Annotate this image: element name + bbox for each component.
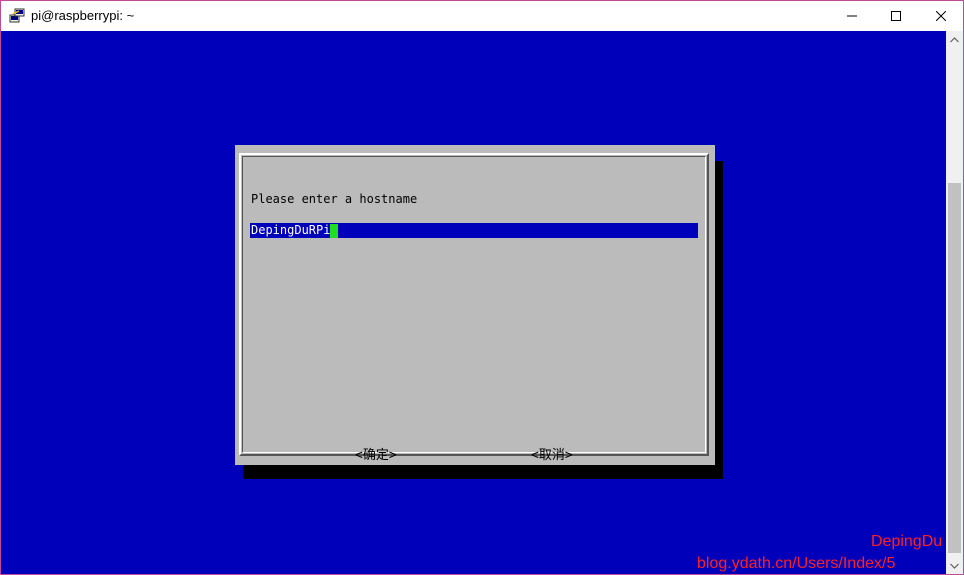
close-button[interactable] [918,1,964,31]
scroll-up-button[interactable] [946,31,963,48]
cancel-button[interactable]: <取消> [531,444,573,463]
hostname-input[interactable]: DepingDuRPi [250,223,698,238]
ok-button[interactable]: <确定> [355,444,397,463]
dialog-prompt: Please enter a hostname [251,192,418,206]
text-cursor [330,224,339,238]
watermark-author: DepingDu [871,533,943,550]
vertical-scrollbar[interactable] [946,31,963,574]
watermark-url: blog.ydath.cn/Users/Index/5 [697,555,896,572]
terminal-window: pi@raspberrypi: ~ Please enter a hostnam… [0,0,964,575]
window-title: pi@raspberrypi: ~ [31,8,135,23]
minimize-icon [847,15,857,17]
maximize-button[interactable] [873,1,919,31]
close-icon [936,11,946,21]
scroll-thumb[interactable] [948,183,961,553]
scroll-down-button[interactable] [946,557,963,574]
hostname-dialog: Please enter a hostname DepingDuRPi <确定>… [235,145,715,465]
minimize-button[interactable] [829,1,875,31]
terminal-area[interactable]: Please enter a hostname DepingDuRPi <确定>… [1,31,946,574]
hostname-input-value: DepingDuRPi [251,223,339,238]
title-bar[interactable]: pi@raspberrypi: ~ [1,1,963,31]
chevron-down-icon [950,563,959,569]
putty-icon [9,8,25,23]
chevron-up-icon [950,36,959,42]
maximize-icon [891,11,901,21]
